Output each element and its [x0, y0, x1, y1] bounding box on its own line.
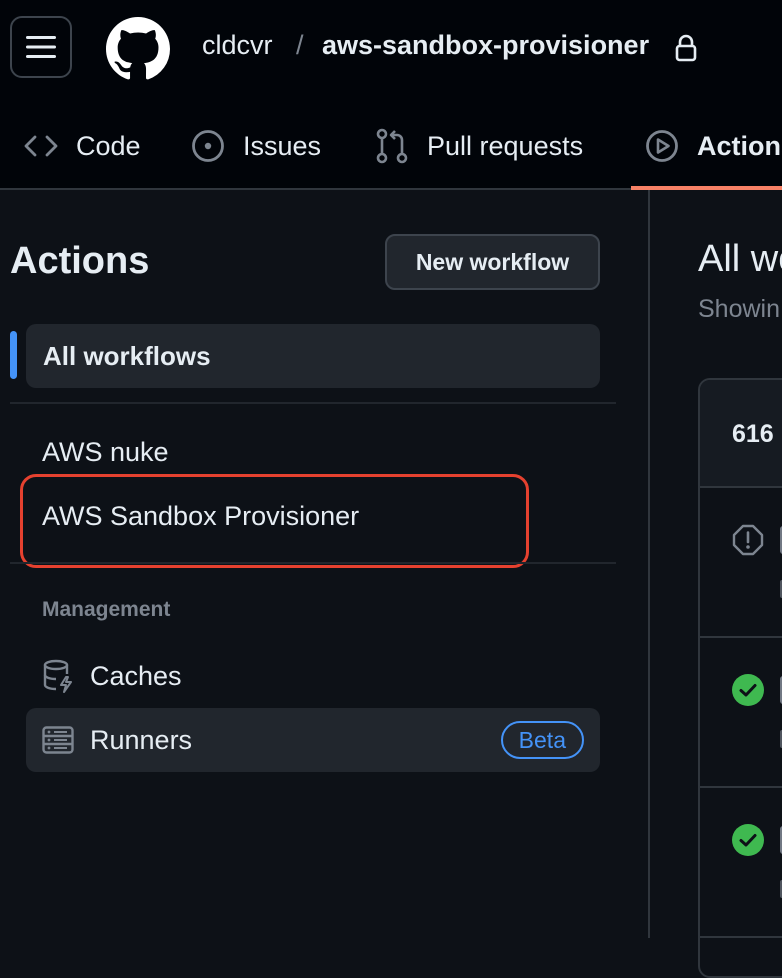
repo-owner-link[interactable]: cldcvr [202, 30, 273, 61]
repo-name-link[interactable]: aws-sandbox-provisioner [322, 30, 649, 61]
sidebar-item-runners[interactable]: Runners Beta [26, 708, 600, 772]
tab-actions-label: Actions [697, 130, 782, 161]
highlight-annotation [20, 474, 529, 568]
selected-tab-indicator [631, 186, 782, 190]
workflow-run-row[interactable] [700, 788, 782, 938]
beta-badge: Beta [500, 721, 584, 759]
alert-icon [732, 524, 764, 556]
code-icon [24, 135, 58, 157]
lock-icon [675, 34, 697, 62]
sidebar-divider [10, 562, 616, 564]
repo-header: cldcvr / aws-sandbox-provisioner Code Is… [0, 0, 782, 190]
management-section-label: Management [42, 598, 171, 621]
layout-divider [648, 190, 650, 938]
tab-issues-label: Issues [243, 130, 322, 161]
active-item-indicator [10, 331, 17, 379]
page-subtitle: Showin [698, 295, 780, 323]
all-workflows-item[interactable]: All workflows [26, 324, 600, 388]
workflow-item-aws-nuke[interactable]: AWS nuke [42, 437, 169, 468]
check-circle-icon [732, 674, 764, 706]
sidebar-item-runners-label: Runners [90, 724, 193, 755]
tab-pull-requests-label: Pull requests [427, 130, 584, 161]
path-separator: / [296, 30, 304, 60]
github-logo-icon[interactable] [106, 17, 170, 81]
database-icon [43, 659, 72, 693]
sidebar-divider [10, 402, 616, 404]
runs-list-header: 616 [700, 380, 782, 488]
hamburger-menu-button[interactable] [10, 16, 72, 78]
tab-actions[interactable]: Actions [645, 124, 782, 168]
server-icon [42, 726, 74, 754]
runs-list: 616 [698, 378, 782, 978]
tab-issues[interactable]: Issues [191, 124, 321, 168]
git-pull-request-icon [376, 128, 408, 164]
sidebar-title: Actions [10, 240, 150, 282]
check-circle-icon [732, 824, 764, 856]
tab-code[interactable]: Code [24, 124, 141, 168]
play-icon [646, 130, 678, 162]
hamburger-icon [26, 36, 56, 58]
issue-opened-icon [192, 130, 224, 162]
tab-code-label: Code [76, 130, 141, 161]
runs-count: 616 [732, 420, 774, 448]
workflow-run-row[interactable] [700, 638, 782, 788]
new-workflow-button[interactable]: New workflow [385, 234, 600, 290]
sidebar-item-caches-label: Caches [90, 660, 182, 691]
tab-pull-requests[interactable]: Pull requests [375, 124, 583, 168]
workflow-run-row[interactable] [700, 488, 782, 638]
page-title: All wo [698, 238, 782, 280]
sidebar-item-caches[interactable]: Caches [26, 644, 600, 708]
